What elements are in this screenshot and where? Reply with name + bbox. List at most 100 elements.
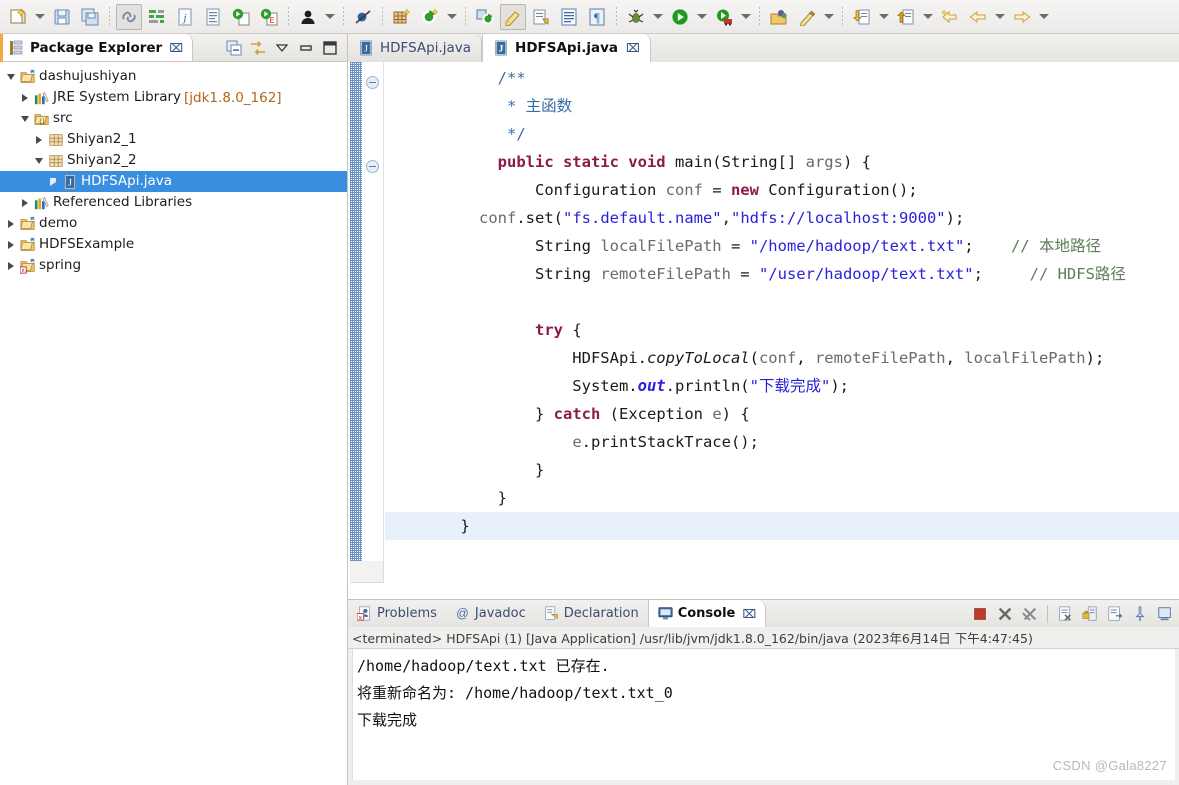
close-icon[interactable]: ⌧ xyxy=(626,41,640,55)
tree-item-dashujushiyan[interactable]: dashujushiyan xyxy=(0,66,347,87)
next-annotation-icon[interactable] xyxy=(849,4,875,30)
console-tab-declaration[interactable]: Declaration xyxy=(535,600,648,627)
back-dropdown-icon[interactable] xyxy=(993,4,1007,30)
chevron-right-icon[interactable] xyxy=(32,133,45,146)
open-task-icon[interactable] xyxy=(528,4,554,30)
user-account-icon[interactable] xyxy=(295,4,321,30)
new-java-package-icon[interactable] xyxy=(389,4,415,30)
code-line[interactable]: String localFilePath = "/home/hadoop/tex… xyxy=(385,232,1179,260)
open-perspective-icon[interactable] xyxy=(766,4,792,30)
coverage-icon[interactable] xyxy=(711,4,737,30)
close-icon[interactable]: ⌧ xyxy=(169,41,183,55)
code-line[interactable]: public static void main(String[] args) { xyxy=(385,148,1179,176)
code-line[interactable]: System.out.println("下载完成"); xyxy=(385,372,1179,400)
forward-icon[interactable] xyxy=(1009,4,1035,30)
editor-tab-0[interactable]: J HDFSApi.java xyxy=(348,34,483,62)
link-with-editor-icon[interactable] xyxy=(247,37,269,59)
tree-item-src[interactable]: {} src xyxy=(0,108,347,129)
save-all-icon[interactable] xyxy=(77,4,103,30)
previous-annotation-dropdown-icon[interactable] xyxy=(921,4,935,30)
external-tools-icon[interactable]: E xyxy=(256,4,282,30)
chevron-down-icon[interactable] xyxy=(4,70,17,83)
coverage-dropdown-icon[interactable] xyxy=(739,4,753,30)
code-line[interactable]: String remoteFilePath = "/user/hadoop/te… xyxy=(385,260,1179,288)
scroll-lock-icon[interactable] xyxy=(1078,602,1102,626)
remove-all-terminated-icon[interactable] xyxy=(1018,602,1042,626)
fold-collapse-icon[interactable] xyxy=(366,76,379,89)
remove-launch-icon[interactable] xyxy=(993,602,1017,626)
back-icon[interactable] xyxy=(965,4,991,30)
search-pencil-icon[interactable] xyxy=(794,4,820,30)
tree-item-shiyan2-1[interactable]: Shiyan2_1 xyxy=(0,129,347,150)
link-with-editor-icon[interactable] xyxy=(116,3,142,30)
chevron-right-icon[interactable] xyxy=(4,238,17,251)
chevron-right-icon[interactable] xyxy=(18,196,31,209)
chevron-right-icon[interactable] xyxy=(46,175,59,188)
clear-console-icon[interactable] xyxy=(1053,602,1077,626)
console-output[interactable]: /home/hadoop/text.txt 已存在. 将重新命名为: /home/… xyxy=(352,649,1175,780)
fold-collapse-icon[interactable] xyxy=(366,160,379,173)
pilcrow-icon[interactable]: ¶ xyxy=(584,4,610,30)
javadoc-icon[interactable]: j xyxy=(172,4,198,30)
collapse-all-icon[interactable] xyxy=(223,37,245,59)
chevron-right-icon[interactable] xyxy=(4,217,17,230)
chevron-down-icon[interactable] xyxy=(32,154,45,167)
tree-item-jre-system-library[interactable]: JRE System Library [jdk1.8.0_162] xyxy=(0,87,347,108)
tree-item-hdfsexample[interactable]: HDFSExample xyxy=(0,234,347,255)
maximize-icon[interactable] xyxy=(319,37,341,59)
editor-fold-column[interactable] xyxy=(362,62,384,561)
chevron-down-icon[interactable] xyxy=(18,112,31,125)
editor-tab-1[interactable]: J HDFSApi.java ⌧ xyxy=(482,34,651,62)
new-wizard-icon[interactable] xyxy=(5,4,31,30)
display-selected-console-icon[interactable] xyxy=(1153,602,1177,626)
user-account-dropdown-icon[interactable] xyxy=(323,4,337,30)
close-icon[interactable]: ⌧ xyxy=(742,607,756,621)
save-icon[interactable] xyxy=(49,4,75,30)
format-document-icon[interactable] xyxy=(200,4,226,30)
console-tab-javadoc[interactable]: @ Javadoc xyxy=(446,600,535,627)
show-whitespace-icon[interactable] xyxy=(556,4,582,30)
tree-item-referenced-libraries[interactable]: Referenced Libraries xyxy=(0,192,347,213)
code-line[interactable]: /** xyxy=(385,64,1179,92)
chevron-right-icon[interactable] xyxy=(4,259,17,272)
code-content[interactable]: /** * 主函数 */ public static void main(Str… xyxy=(385,62,1179,582)
run-icon[interactable] xyxy=(667,4,693,30)
minimize-icon[interactable] xyxy=(295,37,317,59)
terminate-icon[interactable] xyxy=(968,602,992,626)
run-last-tool-icon[interactable] xyxy=(228,4,254,30)
code-line[interactable]: } xyxy=(385,456,1179,484)
forward-dropdown-icon[interactable] xyxy=(1037,4,1051,30)
tree-item-spring[interactable]: x spring xyxy=(0,255,347,276)
code-line[interactable]: } xyxy=(385,512,1179,540)
code-line[interactable]: Configuration conf = new Configuration()… xyxy=(385,176,1179,204)
code-line[interactable]: HDFSApi.copyToLocal(conf, remoteFilePath… xyxy=(385,344,1179,372)
code-line[interactable]: try { xyxy=(385,316,1179,344)
code-line[interactable]: * 主函数 xyxy=(385,92,1179,120)
new-java-class-icon[interactable] xyxy=(417,4,443,30)
pin-console-icon[interactable] xyxy=(1128,602,1152,626)
tab-package-explorer[interactable]: Package Explorer ⌧ xyxy=(0,34,194,61)
console-tab-problems[interactable]: x Problems xyxy=(348,600,446,627)
previous-annotation-icon[interactable] xyxy=(893,4,919,30)
build-all-icon[interactable] xyxy=(144,4,170,30)
code-line[interactable]: conf.set("fs.default.name","hdfs://local… xyxy=(385,204,1179,232)
tree-item-hdfsapi-java[interactable]: J HDFSApi.java xyxy=(0,171,347,192)
debug-icon[interactable] xyxy=(623,4,649,30)
run-dropdown-icon[interactable] xyxy=(695,4,709,30)
tree-item-shiyan2-2[interactable]: Shiyan2_2 xyxy=(0,150,347,171)
view-menu-icon[interactable] xyxy=(271,37,293,59)
open-type-icon[interactable] xyxy=(472,4,498,30)
debug-dropdown-icon[interactable] xyxy=(651,4,665,30)
new-wizard-dropdown-icon[interactable] xyxy=(33,4,47,30)
code-line[interactable]: } xyxy=(385,484,1179,512)
new-java-class-dropdown-icon[interactable] xyxy=(445,4,459,30)
code-line[interactable] xyxy=(385,288,1179,316)
chevron-right-icon[interactable] xyxy=(18,91,31,104)
word-wrap-icon[interactable] xyxy=(1103,602,1127,626)
code-line[interactable]: */ xyxy=(385,120,1179,148)
console-tab-console[interactable]: Console ⌧ xyxy=(647,600,767,627)
skip-breakpoints-icon[interactable] xyxy=(350,4,376,30)
search-dropdown-icon[interactable] xyxy=(822,4,836,30)
code-line[interactable]: } catch (Exception e) { xyxy=(385,400,1179,428)
pencil-highlight-icon[interactable] xyxy=(500,3,526,30)
